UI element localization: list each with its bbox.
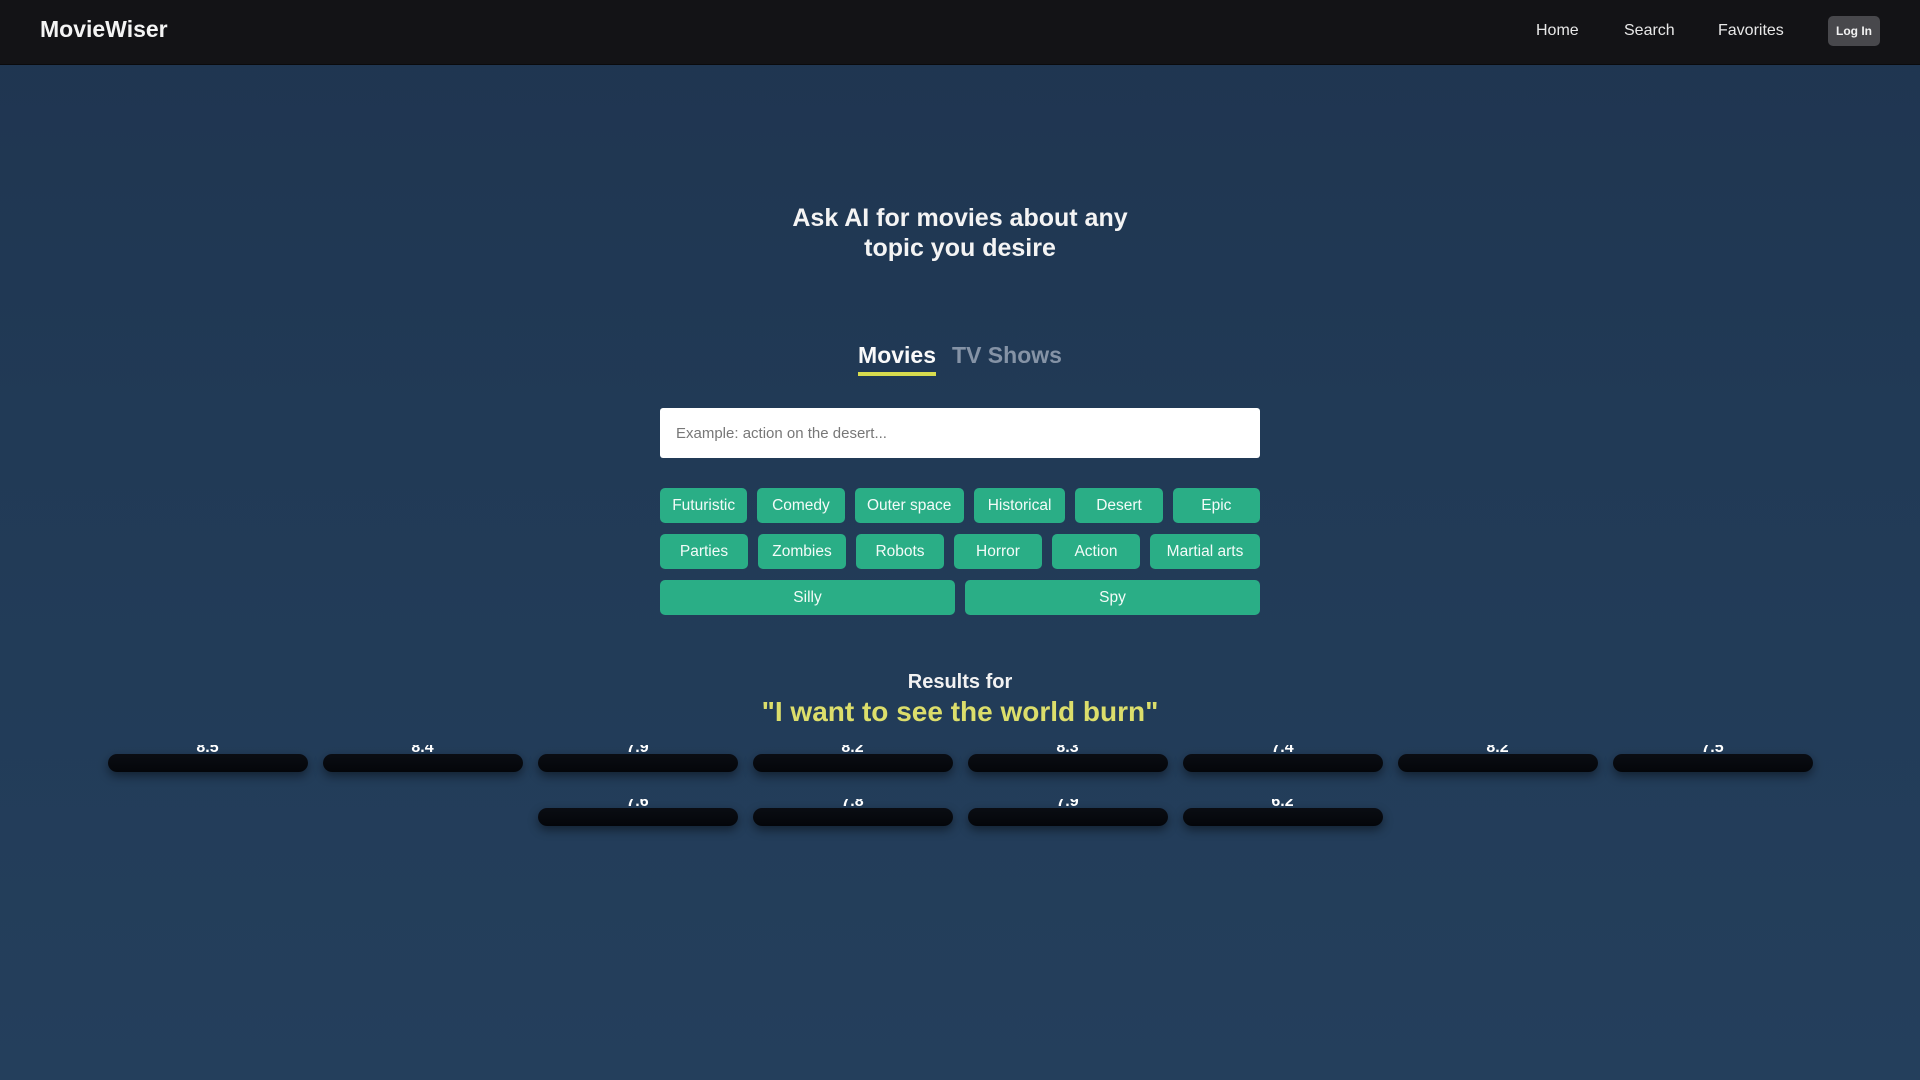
rating-badge: 8.3 (1056, 745, 1079, 756)
movie-card[interactable]: 7.9 (967, 799, 1168, 826)
chip-row-3: Silly Spy (660, 580, 1260, 615)
results-row-2: 7.6 7.8 7.9 6.2 (0, 799, 1920, 826)
tab-tv-shows[interactable]: TV Shows (952, 342, 1062, 376)
chip-outer-space[interactable]: Outer space (854, 488, 964, 523)
movie-card[interactable]: 6.2 (1182, 799, 1383, 826)
chip-row-1: Futuristic Comedy Outer space Historical… (660, 488, 1260, 523)
movie-card[interactable]: 7.6 (537, 799, 738, 826)
chip-spy[interactable]: Spy (965, 580, 1260, 615)
chip-historical[interactable]: Historical (973, 488, 1066, 523)
chip-robots[interactable]: Robots (856, 534, 944, 569)
tab-movies[interactable]: Movies (858, 342, 937, 376)
results-label: Results for (907, 671, 1013, 693)
results-row-1: 8.5 8.4 7.9 8.2 8.3 7.4 8.2 7.5 (0, 745, 1920, 772)
movie-card[interactable]: 8.5 (107, 745, 308, 772)
chip-silly[interactable]: Silly (660, 580, 955, 615)
top-nav-bar: MovieWiser Home Search Favorites Log In (0, 0, 1920, 65)
rating-badge: 8.5 (196, 745, 219, 756)
search-input[interactable] (660, 408, 1260, 458)
movie-card[interactable]: 7.4 (1182, 745, 1383, 772)
chip-martial-arts[interactable]: Martial arts (1150, 534, 1260, 569)
chip-action[interactable]: Action (1052, 534, 1140, 569)
movie-card[interactable]: 7.9 (537, 745, 738, 772)
rating-badge: 8.2 (1486, 745, 1509, 756)
rating-badge: 7.4 (1271, 745, 1294, 756)
hero-title: Ask AI for movies about any topic you de… (660, 203, 1260, 263)
chip-zombies[interactable]: Zombies (758, 534, 846, 569)
logo[interactable]: MovieWiser (40, 16, 168, 43)
movie-card[interactable]: 8.4 (322, 745, 523, 772)
movie-card[interactable]: 7.8 (752, 799, 953, 826)
rating-badge: 7.9 (1056, 799, 1079, 810)
rating-badge: 7.5 (1701, 745, 1724, 756)
nav-favorites-link[interactable]: Favorites (1718, 22, 1784, 40)
chip-parties[interactable]: Parties (660, 534, 748, 569)
results-query: "I want to see the world burn" (761, 696, 1159, 727)
rating-badge: 8.4 (411, 745, 434, 756)
rating-badge: 7.6 (626, 799, 649, 810)
nav-home-link[interactable]: Home (1536, 22, 1579, 40)
chip-epic[interactable]: Epic (1172, 488, 1260, 523)
movie-card[interactable]: 8.3 (967, 745, 1168, 772)
movie-card[interactable]: 7.5 (1612, 745, 1813, 772)
rating-badge: 7.8 (841, 799, 864, 810)
rating-badge: 8.2 (841, 745, 864, 756)
hero-title-line-2: topic you desire (864, 234, 1056, 262)
movie-card[interactable]: 8.2 (1397, 745, 1598, 772)
nav-search-link[interactable]: Search (1624, 22, 1675, 40)
hero-title-line-1: Ask AI for movies about any (792, 204, 1128, 232)
login-button[interactable]: Log In (1828, 16, 1880, 46)
chip-futuristic[interactable]: Futuristic (660, 488, 748, 523)
topic-chips: Futuristic Comedy Outer space Historical… (660, 488, 1260, 626)
chip-desert[interactable]: Desert (1075, 488, 1163, 523)
movie-card[interactable]: 8.2 (752, 745, 953, 772)
chip-row-2: Parties Zombies Robots Horror Action Mar… (660, 534, 1260, 569)
chip-horror[interactable]: Horror (954, 534, 1042, 569)
chip-comedy[interactable]: Comedy (757, 488, 845, 523)
rating-badge: 6.2 (1271, 799, 1294, 810)
media-type-tabs: Movies TV Shows (0, 342, 1920, 376)
rating-badge: 7.9 (626, 745, 649, 756)
